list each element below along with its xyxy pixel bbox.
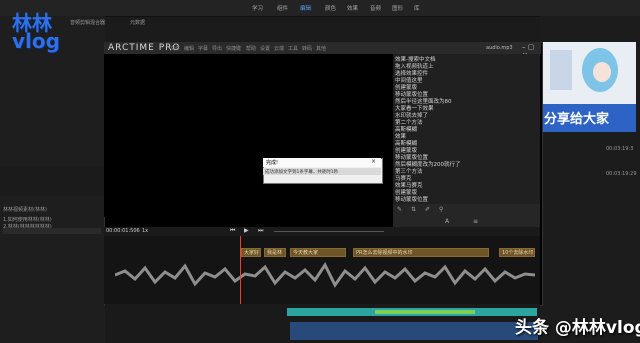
tab-effects[interactable]: 效果 (347, 4, 358, 12)
menu-subtitle[interactable]: 字幕 (198, 45, 208, 52)
zoom-select[interactable]: 1x (142, 228, 148, 234)
merge-icon[interactable]: ⇅ (411, 206, 416, 213)
lines-icon[interactable]: ≡ (473, 218, 478, 225)
audio-file-name: audio.mp3 (486, 45, 513, 51)
volume-slider[interactable] (274, 231, 384, 232)
thumbnail-banner-text: 分享给大家 (544, 112, 610, 127)
subtitle-line[interactable]: 移动蒙版位置 (395, 195, 428, 203)
play-icon[interactable]: ▶ (244, 227, 249, 234)
menu-shortcuts[interactable]: 快捷键 (226, 45, 241, 52)
text-icon[interactable]: A (445, 218, 449, 225)
menu-edit[interactable]: 编辑 (184, 45, 194, 52)
menu-settings[interactable]: 设置 (260, 45, 270, 52)
tab-graphics[interactable]: 图形 (392, 4, 403, 12)
pen-icon[interactable]: ✐ (425, 206, 430, 213)
tab-libraries[interactable]: 库 (414, 4, 420, 12)
menu-export[interactable]: 导出 (212, 45, 222, 52)
tab-color[interactable]: 颜色 (325, 4, 336, 12)
menu-transcode[interactable]: 转码 (302, 45, 312, 52)
audio-clip[interactable] (290, 322, 538, 340)
dialog-message-box: 成功添加文字到1条字幕，共耗时1秒 (263, 168, 381, 175)
audio-mixer-title[interactable]: 音频剪辑混合器 (70, 19, 105, 26)
menu-tools[interactable]: 工具 (288, 45, 298, 52)
premiere-menu-bar: 学习 组件 编辑 颜色 效果 音频 图形 库 (0, 0, 640, 17)
current-timecode: 00:00:01:506 (106, 228, 140, 234)
link-icon[interactable]: ⚲ (439, 206, 443, 213)
playback-controls: 00:00:01:506 1x ⏮ ▶ ⏭ (104, 227, 540, 236)
thumbnail-banner: 分享给大家 (540, 104, 636, 132)
dialog-title: 完成! (266, 160, 279, 166)
project-panel: 林林视频素材(林林) 1.如何使用林林(林林) 2.林林(林林林林林林) (0, 196, 105, 343)
subtitle-block[interactable]: PR怎么去除视频中的水印 (353, 248, 489, 257)
subtitle-block[interactable]: 今天教大家 (290, 248, 346, 257)
skip-back-icon[interactable]: ⏮ (230, 227, 235, 235)
playhead[interactable] (240, 236, 241, 304)
channel-logo: 林林 vlog (12, 11, 60, 53)
dialog-message: 成功添加文字到1条字幕，共耗时1秒 (265, 170, 339, 175)
toutiao-watermark: 头条 @林林vlog (515, 318, 640, 338)
effect-clip[interactable] (375, 310, 475, 314)
tab-audio[interactable]: 音频 (370, 4, 381, 12)
project-item[interactable]: 1.如何使用林林(林林) (3, 216, 52, 223)
tab-editing[interactable]: 编辑 (300, 4, 311, 12)
video-preview[interactable] (104, 54, 392, 217)
menu-cloud[interactable]: 云端 (274, 45, 284, 52)
edit-icon[interactable]: ✎ (397, 206, 402, 213)
program-timecode-duration: 00:03:19:29 (606, 171, 637, 177)
menu-help[interactable]: 帮助 (246, 45, 256, 52)
menu-other[interactable]: 其他 (316, 45, 326, 52)
anime-character-illustration (540, 42, 636, 104)
tab-learn[interactable]: 学习 (252, 4, 263, 12)
subtitle-block[interactable]: 10个去除水印 (499, 248, 535, 257)
subtitle-block[interactable]: 我是林 (264, 248, 286, 257)
search-input[interactable] (3, 228, 101, 234)
program-timecode: 00:03:19:3 (606, 146, 634, 152)
tab-assembly[interactable]: 组件 (277, 4, 288, 12)
close-icon[interactable]: × (371, 158, 376, 165)
subtitle-block[interactable]: 大家好 (241, 248, 261, 257)
metadata-tab[interactable]: 元数据 (130, 19, 145, 26)
project-item[interactable]: 林林视频素材(林林) (3, 206, 47, 213)
menu-file[interactable]: 文件 (170, 45, 180, 52)
skip-forward-icon[interactable]: ⏭ (258, 227, 263, 235)
audio-waveform (115, 262, 535, 288)
dialog-title-bar: 完成! × (263, 158, 381, 167)
